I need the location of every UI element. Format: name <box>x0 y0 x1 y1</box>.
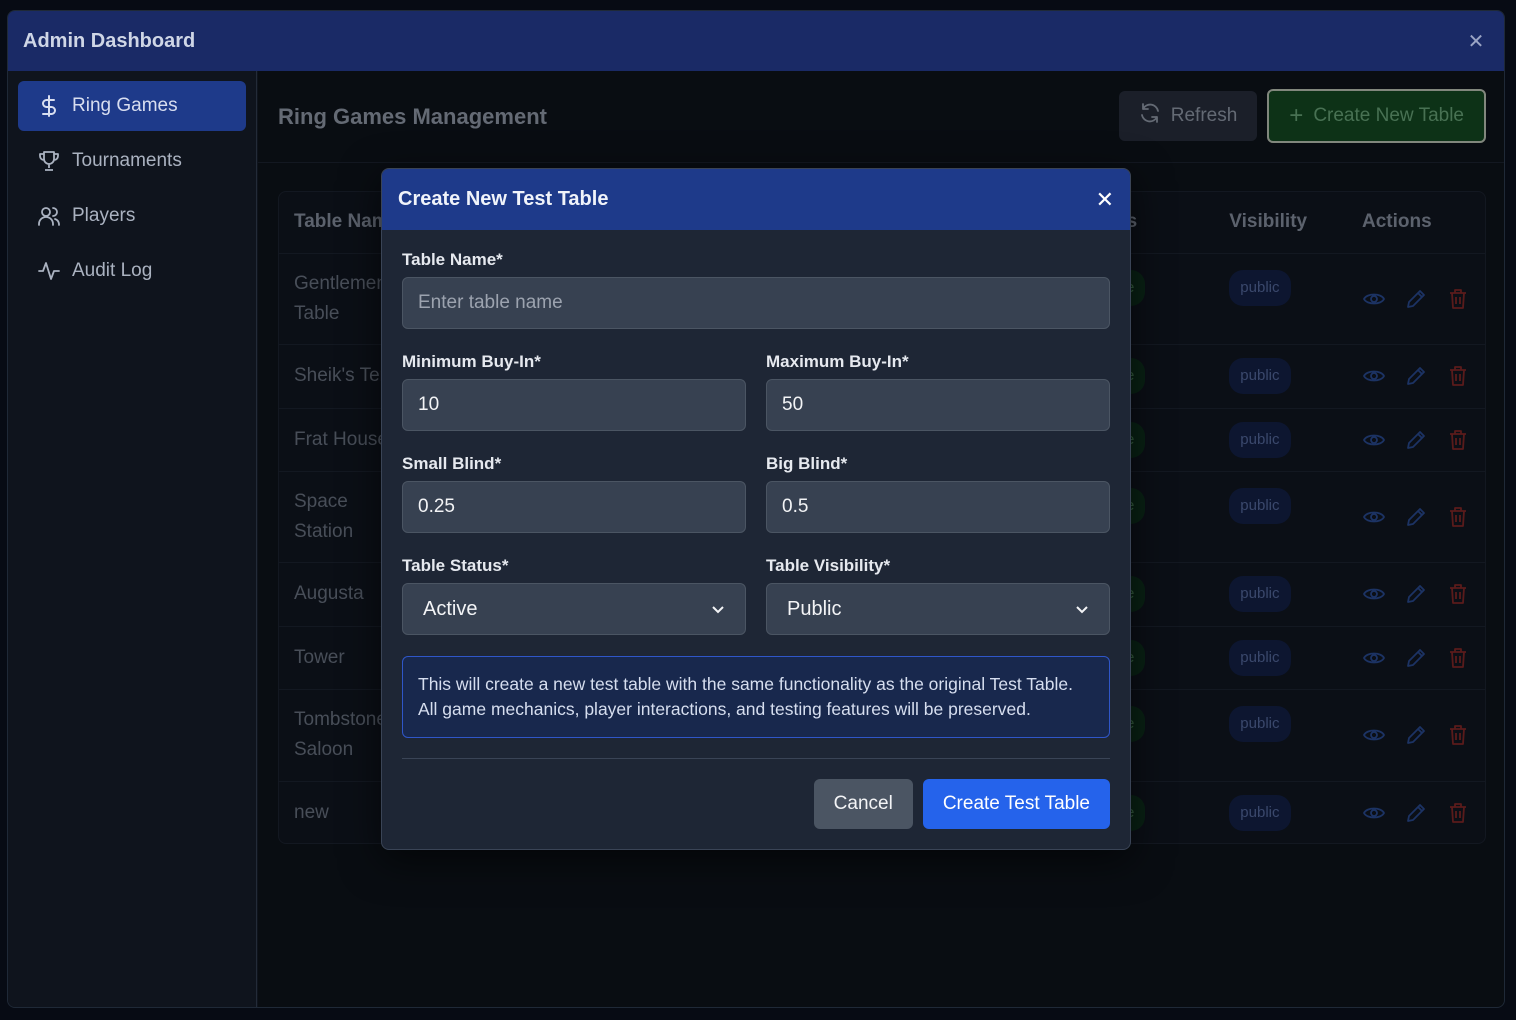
small-blind-label: Small Blind* <box>402 454 502 473</box>
create-test-table-modal: Create New Test Table ✕ Table Name* Mini… <box>381 168 1131 850</box>
sidebar: Ring Games Tournaments Players Audit Log <box>8 71 257 1007</box>
sidebar-item-label: Ring Games <box>72 95 178 116</box>
table-status-select[interactable]: Active <box>402 583 746 635</box>
sidebar-item-label: Audit Log <box>72 260 153 281</box>
big-blind-label: Big Blind* <box>766 454 848 473</box>
table-status-value: Active <box>423 597 478 620</box>
min-buyin-input[interactable] <box>402 379 746 431</box>
table-status-label: Table Status* <box>402 556 509 575</box>
max-buyin-input[interactable] <box>766 379 1110 431</box>
chevron-down-icon <box>1075 598 1089 621</box>
users-icon <box>38 205 60 227</box>
trophy-icon <box>38 150 60 172</box>
table-name-input[interactable] <box>402 277 1110 329</box>
sidebar-item-ring-games[interactable]: Ring Games <box>18 81 246 131</box>
close-icon[interactable]: ✕ <box>1464 29 1488 54</box>
dollar-icon <box>38 95 60 117</box>
window-title: Admin Dashboard <box>23 29 196 52</box>
sidebar-item-players[interactable]: Players <box>18 191 246 241</box>
big-blind-input[interactable] <box>766 481 1110 533</box>
chevron-down-icon <box>711 598 725 621</box>
cancel-button[interactable]: Cancel <box>813 779 913 829</box>
min-buyin-label: Minimum Buy-In* <box>402 352 541 371</box>
small-blind-input[interactable] <box>402 481 746 533</box>
sidebar-item-audit-log[interactable]: Audit Log <box>18 246 246 296</box>
info-message: This will create a new test table with t… <box>402 656 1110 738</box>
table-visibility-value: Public <box>787 597 842 620</box>
create-test-table-button[interactable]: Create Test Table <box>922 779 1110 829</box>
divider <box>402 758 1110 759</box>
table-visibility-select[interactable]: Public <box>766 583 1110 635</box>
table-name-label: Table Name* <box>402 250 503 269</box>
sidebar-item-label: Tournaments <box>72 150 182 171</box>
table-visibility-label: Table Visibility* <box>766 556 891 575</box>
close-icon[interactable]: ✕ <box>1096 187 1114 213</box>
title-bar: Admin Dashboard ✕ <box>8 11 1504 71</box>
sidebar-item-label: Players <box>72 205 136 226</box>
modal-title: Create New Test Table <box>398 188 609 210</box>
activity-icon <box>38 260 60 282</box>
sidebar-item-tournaments[interactable]: Tournaments <box>18 136 246 186</box>
max-buyin-label: Maximum Buy-In* <box>766 352 909 371</box>
modal-header: Create New Test Table ✕ <box>382 169 1130 230</box>
